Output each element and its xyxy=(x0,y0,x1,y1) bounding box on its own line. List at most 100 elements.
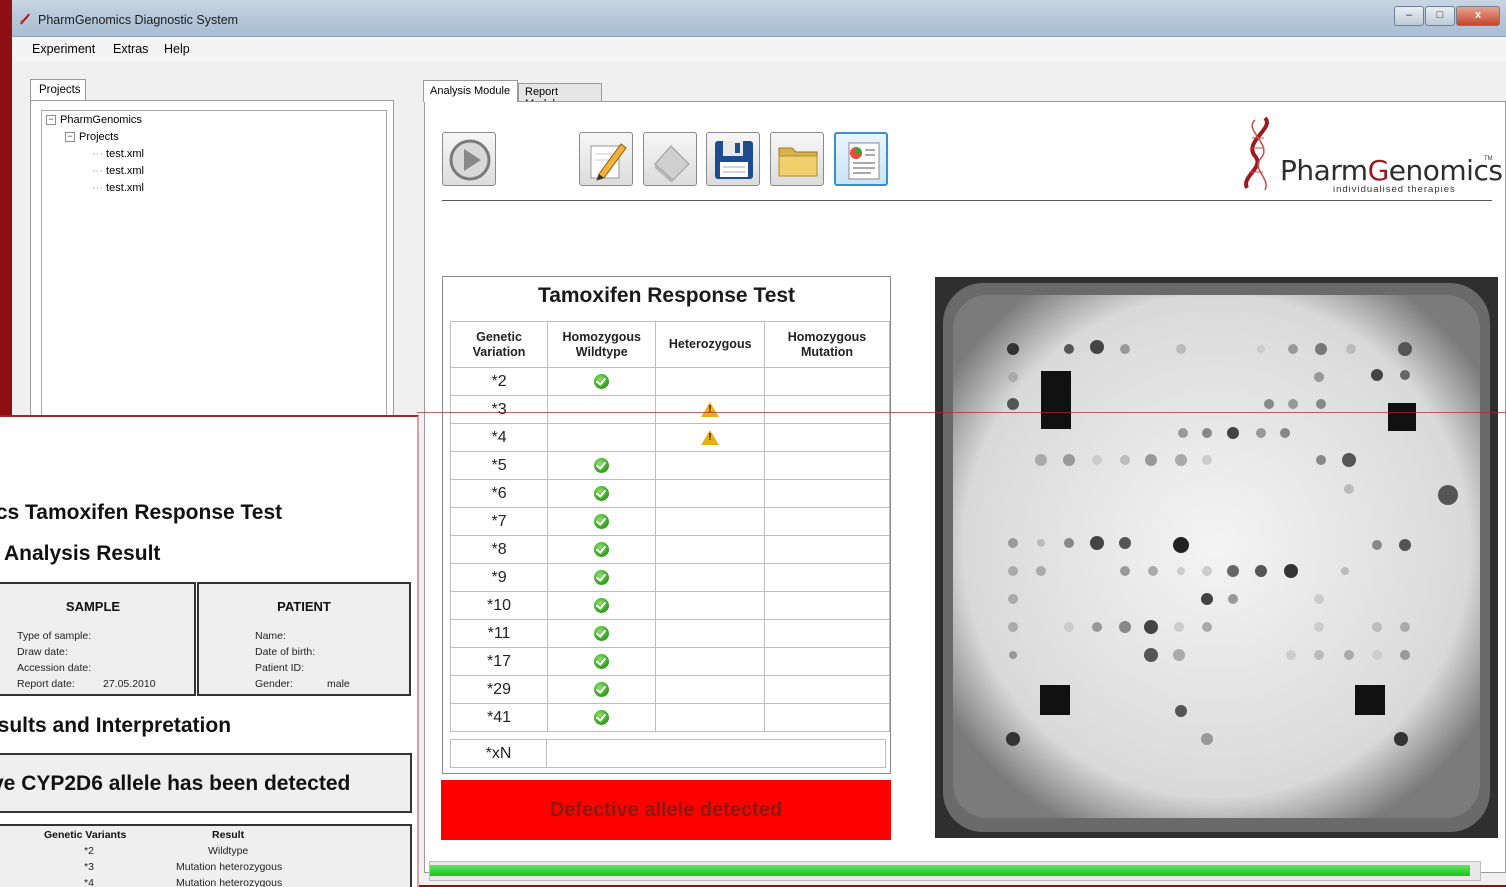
tree-folder-label: Projects xyxy=(79,131,119,143)
array-spot xyxy=(1227,565,1239,577)
tab-projects[interactable]: Projects xyxy=(30,79,86,100)
array-spot xyxy=(1008,622,1018,632)
report-subtitle: Analysis Result xyxy=(4,542,161,565)
report-preview-window: ics Tamoxifen Response Test Analysis Res… xyxy=(0,415,419,887)
report-variants-table: Genetic Variants Result *2 Wildtype *3 M… xyxy=(0,824,412,887)
result-row: *7 xyxy=(449,507,891,536)
array-spot xyxy=(1316,399,1326,409)
tree-file[interactable]: ··· test.xml xyxy=(92,165,144,177)
collapse-icon[interactable]: − xyxy=(46,115,56,125)
tree-node-projects[interactable]: − Projects xyxy=(65,131,119,143)
sample-field-label: Report date: xyxy=(17,678,75,690)
array-spot xyxy=(1288,399,1298,409)
array-spot xyxy=(1314,622,1324,632)
result-row: *9 xyxy=(449,563,891,592)
variant-label: *10 xyxy=(449,591,549,620)
tree-file[interactable]: ··· test.xml xyxy=(92,182,144,194)
cell-heterozygous xyxy=(655,703,765,732)
project-tree[interactable]: − PharmGenomics − Projects ··· test.xml ··… xyxy=(41,110,387,422)
tree-file[interactable]: ··· test.xml xyxy=(92,148,144,160)
pharmgenomics-logo: PharmGenomics TM individualised therapie… xyxy=(1235,114,1503,204)
report-button[interactable] xyxy=(834,132,888,186)
array-spot xyxy=(1120,566,1130,576)
array-spot xyxy=(1008,372,1018,382)
array-spot xyxy=(1264,399,1274,409)
results-heading: esults and Interpretation xyxy=(0,714,232,737)
collapse-icon[interactable]: − xyxy=(65,132,75,142)
cell-heterozygous xyxy=(655,563,765,592)
array-spot xyxy=(1176,344,1186,354)
array-spot xyxy=(1371,369,1383,381)
green-check-icon xyxy=(594,457,610,473)
array-spot xyxy=(1202,428,1212,438)
detection-summary-box: ve CYP2D6 allele has been detected xyxy=(0,753,412,813)
array-spot xyxy=(1288,344,1298,354)
cell-heterozygous xyxy=(655,647,765,676)
patient-field-label: Date of birth: xyxy=(255,646,316,658)
cell-wildtype xyxy=(547,675,657,704)
sample-field-label: Type of sample: xyxy=(17,630,92,642)
array-spot xyxy=(1037,539,1045,547)
variant-label: *17 xyxy=(449,647,549,676)
array-spot xyxy=(1228,594,1238,604)
variants-header-genetic-variants: Genetic Variants xyxy=(44,829,127,841)
array-spot xyxy=(1372,650,1382,660)
array-spot xyxy=(1007,343,1019,355)
xn-value xyxy=(546,739,886,768)
report-variant-result: Wildtype xyxy=(208,845,249,857)
array-spot xyxy=(1399,539,1411,551)
window-overlap-line xyxy=(417,412,1506,413)
progress-fill xyxy=(430,865,1470,876)
menu-bar: Experiment Extras Help xyxy=(12,37,1506,61)
green-check-icon xyxy=(594,625,610,641)
cell-wildtype xyxy=(547,703,657,732)
array-spot xyxy=(1064,622,1074,632)
window-controls: – □ x xyxy=(1393,6,1500,26)
play-icon xyxy=(449,139,491,181)
array-spot xyxy=(1007,398,1019,410)
menu-extras[interactable]: Extras xyxy=(113,42,148,56)
maximize-button[interactable]: □ xyxy=(1425,6,1455,26)
green-check-icon xyxy=(594,541,610,557)
warning-triangle-icon xyxy=(701,401,720,417)
menu-experiment[interactable]: Experiment xyxy=(32,42,95,56)
cell-mutation xyxy=(763,535,891,564)
title-bar[interactable]: PharmGenomics Diagnostic System – □ x xyxy=(12,0,1506,37)
dna-helix-icon xyxy=(1244,116,1269,191)
array-spot xyxy=(1175,454,1187,466)
cell-heterozygous xyxy=(655,395,765,424)
menu-help[interactable]: Help xyxy=(164,42,190,56)
cell-mutation xyxy=(763,367,891,396)
green-check-icon xyxy=(594,597,610,613)
tab-analysis-module[interactable]: Analysis Module xyxy=(423,80,518,102)
sample-field-label: Draw date: xyxy=(17,646,68,658)
array-spot xyxy=(1280,428,1290,438)
array-spot xyxy=(1119,621,1131,633)
array-spot xyxy=(1344,484,1354,494)
save-button[interactable] xyxy=(706,132,760,186)
open-button[interactable] xyxy=(770,132,824,186)
array-spot xyxy=(1315,343,1327,355)
array-spot xyxy=(1120,344,1130,354)
tree-node-root[interactable]: − PharmGenomics xyxy=(46,114,142,126)
variant-label: *41 xyxy=(449,703,549,732)
variant-label: *5 xyxy=(449,451,549,480)
variant-label: *11 xyxy=(449,619,549,648)
array-spot xyxy=(1090,536,1104,550)
cell-heterozygous xyxy=(655,423,765,452)
variant-label: *7 xyxy=(449,507,549,536)
cell-heterozygous xyxy=(655,479,765,508)
cell-wildtype xyxy=(547,423,657,452)
report-title: ics Tamoxifen Response Test xyxy=(0,501,283,524)
edit-button[interactable] xyxy=(579,132,633,186)
array-spot xyxy=(1286,650,1296,660)
close-button[interactable]: x xyxy=(1456,6,1500,26)
clear-button[interactable] xyxy=(643,132,697,186)
logo-text-pharm: Pharm xyxy=(1280,154,1368,187)
cell-wildtype xyxy=(547,507,657,536)
run-analysis-button[interactable] xyxy=(442,132,496,186)
green-check-icon xyxy=(594,709,610,725)
cell-mutation xyxy=(763,507,891,536)
tab-report-module[interactable]: Report Module xyxy=(518,83,602,110)
minimize-button[interactable]: – xyxy=(1394,6,1424,26)
